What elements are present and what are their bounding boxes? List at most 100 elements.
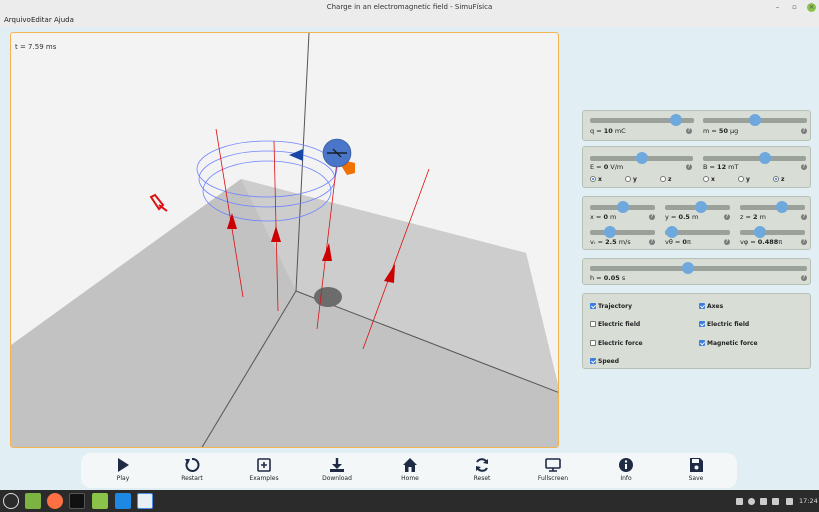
tray-volume-icon[interactable]	[786, 498, 793, 505]
download-label: Download	[322, 475, 352, 482]
fullscreen-button[interactable]: Fullscreen	[528, 457, 578, 485]
info-label: Info	[620, 475, 632, 482]
vtheta-slider-handle[interactable]	[665, 226, 678, 238]
y-label: y = 0.5 m	[665, 213, 699, 221]
simufisica-app-icon[interactable]	[137, 493, 153, 509]
axes-checkbox[interactable]	[699, 303, 705, 309]
q-help-icon[interactable]: ?	[686, 128, 692, 134]
speed-label: Speed	[598, 358, 620, 365]
electric-field-lines-checkbox[interactable]	[590, 321, 596, 327]
simulation-viewport[interactable]: t = 7.59 ms	[10, 32, 559, 448]
info-icon	[619, 458, 633, 472]
h-slider[interactable]	[590, 262, 807, 274]
x-slider[interactable]	[590, 201, 655, 213]
folder-icon[interactable]	[92, 493, 108, 509]
save-button[interactable]: Save	[671, 457, 721, 485]
y-slider[interactable]	[665, 201, 730, 213]
y-help-icon[interactable]: ?	[724, 214, 730, 220]
e-axis-z-radio[interactable]	[660, 176, 666, 182]
b-axis-z-label: z	[781, 176, 785, 183]
vr-help-icon[interactable]: ?	[649, 239, 655, 245]
vphi-slider[interactable]	[740, 226, 805, 238]
e-slider-handle[interactable]	[635, 152, 648, 164]
q-label: q = 10 mC	[590, 127, 626, 135]
play-label: Play	[116, 475, 130, 482]
electric-field-checkbox[interactable]	[699, 321, 705, 327]
restart-button[interactable]: Restart	[167, 457, 217, 485]
examples-button[interactable]: Examples	[239, 457, 289, 485]
x-slider-handle[interactable]	[616, 201, 629, 213]
trajectory-checkbox[interactable]	[590, 303, 596, 309]
save-icon	[690, 458, 703, 472]
menu-item-arquivo[interactable]: Arquivo	[4, 16, 31, 24]
vscode-icon[interactable]	[115, 493, 131, 509]
z-label: z = 2 m	[740, 213, 766, 221]
e-axis-z-label: z	[668, 176, 672, 183]
close-button[interactable]: ×	[807, 3, 816, 12]
download-button[interactable]: Download	[312, 457, 362, 485]
reset-button[interactable]: Reset	[457, 457, 507, 485]
tray-shield-icon[interactable]	[748, 498, 755, 505]
axes-label: Axes	[707, 303, 724, 310]
minimize-button[interactable]: –	[773, 3, 782, 12]
b-slider-handle[interactable]	[758, 152, 771, 164]
b-help-icon[interactable]: ?	[801, 164, 807, 170]
electric-force-checkbox[interactable]	[590, 340, 596, 346]
start-menu-icon[interactable]	[3, 493, 19, 509]
h-slider-handle[interactable]	[681, 262, 694, 274]
z-slider[interactable]	[740, 201, 805, 213]
q-slider-handle[interactable]	[670, 114, 683, 126]
download-icon	[330, 458, 344, 472]
magnetic-force-checkbox[interactable]	[699, 340, 705, 346]
taskbar-clock[interactable]: 17:24	[799, 497, 818, 505]
q-slider[interactable]	[590, 114, 694, 126]
m-help-icon[interactable]: ?	[801, 128, 807, 134]
window-titlebar: Charge in an electromagnetic field - Sim…	[0, 0, 819, 15]
firefox-icon[interactable]	[47, 493, 63, 509]
m-slider-handle[interactable]	[749, 114, 761, 126]
scene-3d[interactable]	[11, 33, 559, 448]
tray-printer-icon[interactable]	[760, 498, 767, 505]
vr-label: vᵣ = 2.5 m/s	[590, 238, 631, 246]
examples-icon	[257, 458, 271, 472]
tray-network-icon[interactable]	[772, 498, 779, 505]
file-manager-icon[interactable]	[25, 493, 41, 509]
play-button[interactable]: Play	[98, 457, 148, 485]
home-icon	[403, 458, 417, 472]
vphi-help-icon[interactable]: ?	[801, 239, 807, 245]
tray-update-icon[interactable]	[736, 498, 743, 505]
z-help-icon[interactable]: ?	[801, 214, 807, 220]
e-help-icon[interactable]: ?	[686, 164, 692, 170]
vr-slider[interactable]	[590, 226, 655, 238]
h-help-icon[interactable]: ?	[801, 275, 807, 281]
fullscreen-label: Fullscreen	[537, 475, 569, 482]
reset-icon	[476, 458, 488, 472]
vtheta-slider[interactable]	[665, 226, 730, 238]
y-slider-handle[interactable]	[694, 201, 707, 213]
menu-item-ajuda[interactable]: Ajuda	[54, 16, 74, 24]
b-axis-y-radio[interactable]	[738, 176, 744, 182]
menu-item-editar[interactable]: Editar	[31, 16, 52, 24]
vr-slider-handle[interactable]	[603, 226, 616, 238]
info-button[interactable]: Info	[601, 457, 651, 485]
h-label: h = 0.05 s	[590, 274, 626, 282]
e-axis-y-radio[interactable]	[625, 176, 631, 182]
speed-checkbox[interactable]	[590, 358, 596, 364]
e-slider[interactable]	[590, 152, 693, 164]
e-axis-x-radio[interactable]	[590, 176, 596, 182]
electric-force-label: Electric force	[598, 340, 643, 347]
z-slider-handle[interactable]	[776, 201, 789, 213]
play-icon	[118, 458, 129, 472]
b-slider[interactable]	[703, 152, 806, 164]
vphi-slider-handle[interactable]	[753, 226, 766, 238]
b-axis-x-radio[interactable]	[703, 176, 709, 182]
vtheta-help-icon[interactable]: ?	[724, 239, 730, 245]
home-button[interactable]: Home	[385, 457, 435, 485]
menu-bar: Arquivo Editar Ajuda	[0, 15, 819, 27]
maximize-button[interactable]: ▫	[790, 3, 799, 12]
particle-shadow	[314, 287, 342, 307]
x-help-icon[interactable]: ?	[649, 214, 655, 220]
terminal-icon[interactable]	[69, 493, 85, 509]
m-slider[interactable]	[703, 114, 807, 126]
b-axis-z-radio[interactable]	[773, 176, 779, 182]
